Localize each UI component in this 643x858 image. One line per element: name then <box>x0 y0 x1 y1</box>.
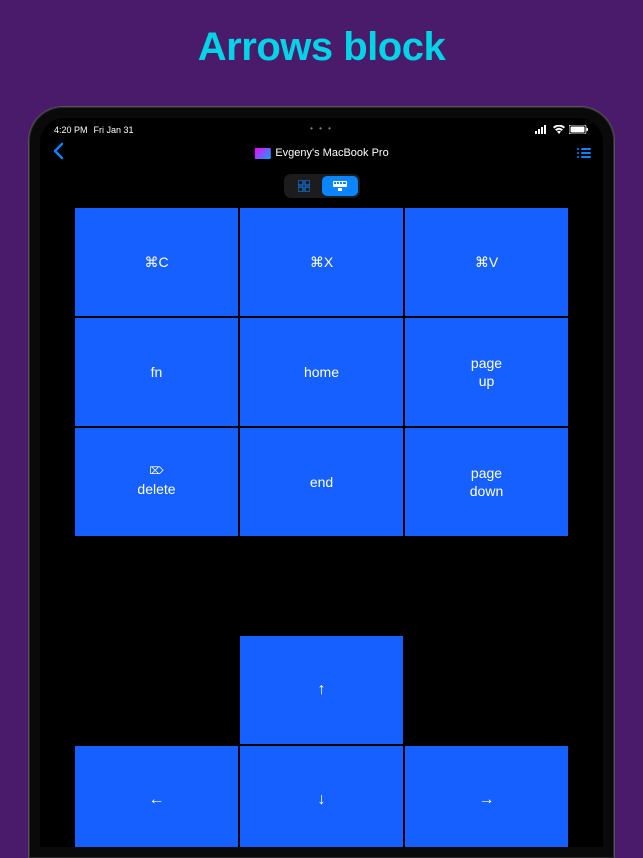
signal-icon <box>535 125 549 134</box>
segment-keyboard-view[interactable] <box>322 176 358 196</box>
key-delete[interactable]: ⌦delete <box>75 428 238 536</box>
battery-icon <box>569 125 589 134</box>
key-cmd-c[interactable]: ⌘C <box>75 208 238 316</box>
wifi-icon <box>553 125 565 134</box>
nav-bar: Evgeny's MacBook Pro <box>40 138 603 168</box>
key-cmd-x[interactable]: ⌘X <box>240 208 403 316</box>
empty-cell <box>75 636 238 744</box>
segment-grid-view[interactable] <box>286 176 322 196</box>
ipad-frame: 4:20 PM Fri Jan 31 • • • <box>29 107 614 858</box>
back-button[interactable] <box>52 142 64 165</box>
key-end[interactable]: end <box>240 428 403 536</box>
ipad-screen: 4:20 PM Fri Jan 31 • • • <box>40 118 603 847</box>
multitask-dots[interactable]: • • • <box>310 124 333 133</box>
key-home[interactable]: home <box>240 318 403 426</box>
key-page-down[interactable]: page down <box>405 428 568 536</box>
list-icon[interactable] <box>577 148 591 158</box>
key-fn[interactable]: fn <box>75 318 238 426</box>
status-time: 4:20 PM <box>54 125 88 135</box>
view-segmented-control <box>284 174 360 198</box>
key-arrow-right[interactable]: → <box>405 746 568 847</box>
key-arrow-down[interactable]: ↓ <box>240 746 403 847</box>
page-title: Arrows block <box>0 0 643 90</box>
status-date: Fri Jan 31 <box>94 125 134 135</box>
nav-title: Evgeny's MacBook Pro <box>254 147 388 159</box>
arrows-grid: ↑ ← ↓ → <box>75 636 568 847</box>
key-arrow-up[interactable]: ↑ <box>240 636 403 744</box>
empty-cell <box>405 636 568 744</box>
status-bar: 4:20 PM Fri Jan 31 • • • <box>40 118 603 138</box>
device-name: Evgeny's MacBook Pro <box>275 147 388 159</box>
key-arrow-left[interactable]: ← <box>75 746 238 847</box>
shortcuts-grid: ⌘C ⌘X ⌘V fn home page up ⌦delete end pag… <box>75 208 568 536</box>
laptop-icon <box>254 148 270 159</box>
content-area: ⌘C ⌘X ⌘V fn home page up ⌦delete end pag… <box>40 208 603 847</box>
key-cmd-v[interactable]: ⌘V <box>405 208 568 316</box>
key-page-up[interactable]: page up <box>405 318 568 426</box>
